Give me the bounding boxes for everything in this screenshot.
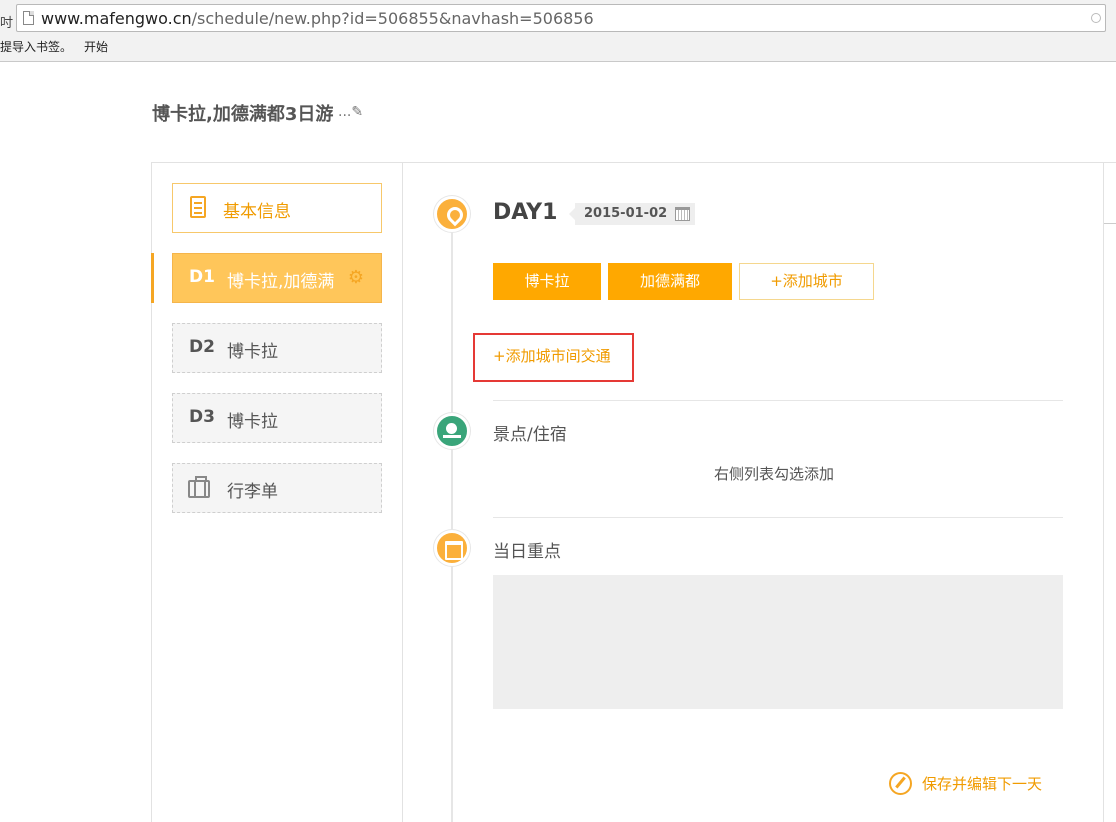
section-divider [493, 517, 1063, 518]
sidebar-luggage-list[interactable]: 行李单 [172, 463, 382, 513]
tree-icon [434, 413, 470, 449]
calendar-icon[interactable] [675, 207, 691, 221]
trip-title: 博卡拉,加德满都3日游 [152, 104, 334, 125]
city-button-pokhara[interactable]: 博卡拉 [493, 263, 601, 300]
spots-section-title: 景点/住宿 [493, 425, 567, 445]
day-number: D1 [189, 267, 215, 287]
browser-edge-text: 吋 [0, 16, 14, 31]
add-transport-link[interactable]: +添加城市间交通 [493, 345, 611, 366]
sidebar-day-3[interactable]: D3 博卡拉 [172, 393, 382, 443]
sidebar-basic-info-label: 基本信息 [223, 202, 291, 222]
luggage-icon [188, 476, 210, 498]
browser-chrome: 吋 www.mafengwo.cn/schedule/new.php?id=50… [0, 0, 1116, 62]
location-pin-icon [434, 196, 470, 232]
url-domain: www.mafengwo.cn [41, 9, 192, 28]
bookmark-import[interactable]: 提导入书签。 [0, 40, 72, 54]
city-button-kathmandu[interactable]: 加德满都 [608, 263, 732, 300]
spots-hint: 右侧列表勾选添加 [714, 465, 835, 483]
sidebar-luggage-label: 行李单 [227, 482, 278, 502]
page-icon [23, 11, 34, 25]
bookmark-start[interactable]: 开始 [84, 40, 108, 54]
address-bar[interactable]: www.mafengwo.cn/schedule/new.php?id=5068… [16, 4, 1106, 32]
day-number: D3 [189, 407, 215, 427]
address-url[interactable]: www.mafengwo.cn/schedule/new.php?id=5068… [41, 9, 594, 28]
section-divider [493, 400, 1063, 401]
day-date[interactable]: 2015-01-02 [568, 203, 696, 225]
day-cities: 博卡拉 [227, 412, 278, 432]
panel-right-edge [1104, 162, 1116, 224]
add-city-button[interactable]: +添加城市 [739, 263, 874, 300]
edit-title-icon[interactable]: ...✎ [338, 104, 363, 120]
pencil-icon [889, 772, 912, 795]
sidebar-basic-info[interactable]: 基本信息 [172, 183, 382, 233]
bookmarks-bar: 提导入书签。 开始 [0, 38, 120, 55]
url-path: /schedule/new.php?id=506855&navhash=5068… [191, 9, 594, 28]
sidebar-day-2[interactable]: D2 博卡拉 [172, 323, 382, 373]
day-title: DAY1 [493, 200, 558, 225]
day-cities: 博卡拉,加德满 [227, 272, 335, 292]
day-date-text: 2015-01-02 [584, 206, 668, 221]
timeline-line [451, 230, 453, 822]
highlights-textarea[interactable] [493, 575, 1063, 709]
gear-icon[interactable]: ⚙ [346, 268, 366, 288]
panel-divider-right [1103, 162, 1104, 822]
active-indicator [151, 253, 154, 303]
address-bar-end-icon[interactable] [1091, 13, 1101, 23]
day-cities: 博卡拉 [227, 342, 278, 362]
sidebar-day-1[interactable]: D1 博卡拉,加德满 ⚙ [172, 253, 382, 303]
highlights-section-title: 当日重点 [493, 542, 561, 562]
day-number: D2 [189, 337, 215, 357]
save-and-next-label: 保存并编辑下一天 [922, 775, 1043, 793]
calendar-note-icon [434, 530, 470, 566]
notepad-icon [190, 196, 206, 218]
column-divider [402, 162, 403, 822]
